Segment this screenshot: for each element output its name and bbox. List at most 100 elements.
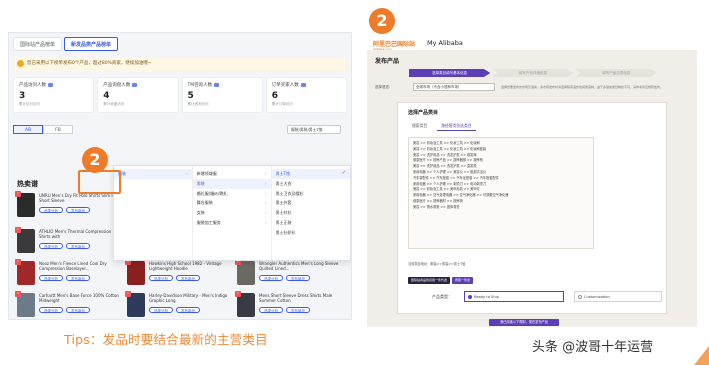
dropdown-item[interactable]: 男士衬衫: [272, 208, 350, 218]
dropdown-item[interactable]: 服装 ›: [114, 169, 192, 179]
dropship-options: 国际站商品供货用一件代发 按照一件发: [408, 277, 474, 284]
submit-button[interactable]: 我已阅读以下规则，现在发布产品: [489, 319, 559, 326]
product-card: · Carhartt Men's Base Force 100% Cotton M…: [15, 291, 123, 319]
dropdown-item-label: 男士卫衣及帽衫: [275, 190, 304, 196]
step-2: 填写产品详细信息: [492, 69, 574, 77]
single-ship-pill[interactable]: 按照一件发: [452, 277, 474, 284]
tab-search-category[interactable]: 搜索类目: [408, 122, 431, 131]
publish-button[interactable]: 发布新品: [66, 307, 90, 313]
dropdown-item-label: 男士针织衫: [275, 229, 296, 235]
chevron-right-icon: ›: [264, 180, 267, 186]
radio-customization[interactable]: Customization: [574, 291, 662, 302]
product-card: · Harley-Davidson Military - Men's Indigo…: [125, 291, 233, 319]
radio-ready-to-ship[interactable]: Ready to Ship: [464, 291, 564, 302]
category-option[interactable]: 美容 >> 香水香薰 >> 固体香膏: [413, 205, 589, 211]
dropdown-item-label: 服装加工服务: [196, 219, 221, 225]
tab-new-category-ranking[interactable]: 新发品类产品榜单: [64, 37, 119, 51]
chevron-right-icon: ›: [186, 171, 188, 176]
hot-rank-badge: ·: [125, 291, 131, 297]
ranking-tabs: 国际站产品榜单 新发品类产品榜单: [13, 37, 119, 51]
product-name[interactable]: Mens Short Sleeve Dress Shirts Male Summ…: [259, 293, 341, 303]
publish-button-highlight: [78, 170, 121, 194]
segment-fb[interactable]: FB: [43, 125, 73, 134]
segment-toggle: AB FB: [13, 125, 73, 134]
chevron-right-icon: ›: [264, 190, 267, 196]
analyze-button[interactable]: 品类分析: [149, 307, 173, 313]
stat-label: 订单买家人数: [271, 83, 299, 88]
segment-ab[interactable]: AB: [13, 125, 43, 134]
product-card: · Nooz Men's Fleece Lined Cool Dry Compre…: [15, 259, 123, 291]
product-name[interactable]: UNRU Men's Dry Fit Polo Shirts Slim Fit …: [39, 193, 121, 203]
tab-intl-ranking[interactable]: 国际站产品榜单: [13, 37, 63, 51]
chart-icon[interactable]: [214, 82, 220, 87]
screenshot-root: 国际站产品榜单 新发品类产品榜单 您已采用以下榜单发布0个产品，超过80%商家，…: [0, 0, 709, 365]
publish-button[interactable]: 发布新品: [286, 275, 310, 281]
progress-steps: 选择类目填写基本信息 填写产品详细信息 填写产品交易信息: [409, 69, 659, 77]
dropdown-item-label: 舞台服装: [196, 200, 213, 206]
chevron-right-icon: ›: [264, 171, 267, 176]
analyze-button[interactable]: 品类分析: [39, 307, 63, 313]
my-alibaba-title[interactable]: My Alibaba: [427, 39, 463, 47]
notice-bar: 您已采用以下榜单发布0个产品，超过80%商家，继续加油哦~: [13, 57, 347, 71]
product-card: · Wrangler Authentics Men's Long Sleeve Q…: [235, 259, 343, 291]
dropship-pill[interactable]: 国际站商品供货用一件代发: [408, 277, 451, 284]
dropdown-item[interactable]: 婚礼服/婚纱/晚礼 ›: [193, 189, 271, 199]
hot-rank-badge: ·: [15, 227, 21, 233]
publish-panel: 阿里巴巴国际站 Alibaba.com My Alibaba 发布产品 选择类目…: [367, 36, 697, 327]
product-name[interactable]: Hawkins High School 1982 - Vintage Light…: [149, 261, 231, 271]
product-name[interactable]: Harley-Davidson Military - Men's Indigo …: [149, 293, 231, 303]
publish-button[interactable]: 发布新品: [66, 275, 90, 281]
stat-sub: 累计咨询访问: [187, 102, 209, 106]
dropdown-item[interactable]: 新增领域服 ›: [193, 169, 271, 179]
stat-value: 6: [271, 91, 279, 101]
stat-value: 5: [187, 91, 194, 101]
dropdown-column-level1: 服装 ›: [114, 166, 193, 260]
language-select[interactable]: 全球市场（不含小语种市场）: [413, 83, 495, 91]
publish-button[interactable]: 发布新品: [176, 275, 200, 281]
dropdown-item-label: 新增领域服: [196, 171, 217, 176]
dropdown-item[interactable]: 男士外套: [272, 198, 350, 208]
step-3: 填写产品交易信息: [575, 69, 657, 77]
alibaba-logo[interactable]: 阿里巴巴国际站 Alibaba.com: [373, 39, 415, 51]
dropdown-item[interactable]: 男士正装: [272, 218, 350, 228]
dropdown-item[interactable]: 男士针织衫: [272, 228, 350, 238]
dropdown-item[interactable]: 舞台服装 ›: [193, 198, 271, 208]
product-name[interactable]: ATHLIO Men's Thermal Compression Shirts …: [39, 229, 121, 239]
dropdown-item[interactable]: 女装 ›: [193, 208, 271, 218]
product-card: · Mens Short Sleeve Dress Shirts Male Sum…: [235, 291, 343, 319]
analyze-button[interactable]: 品类分析: [149, 275, 173, 281]
analyze-button[interactable]: 品类分析: [259, 275, 283, 281]
dropdown-item[interactable]: 服装加工服务 ›: [193, 218, 271, 228]
corner-decoration: [694, 346, 709, 365]
chart-icon[interactable]: [48, 82, 53, 87]
card-title: 选择产品类目: [408, 110, 439, 116]
analyze-button[interactable]: 品类分析: [39, 243, 63, 249]
publish-button[interactable]: 发布新品: [66, 243, 90, 249]
bell-icon: [17, 60, 24, 67]
product-name[interactable]: Carhartt Men's Base Force 100% Cotton Mi…: [39, 293, 121, 303]
publish-button[interactable]: 发布新品: [176, 307, 200, 313]
category-select[interactable]: 服装/男装/男士T恤: [287, 125, 341, 134]
hot-rank-badge: ·: [15, 191, 21, 197]
chevron-right-icon: ›: [264, 200, 267, 206]
publish-button[interactable]: 发布新品: [286, 307, 310, 313]
radio-dot: [468, 295, 472, 299]
section-title: 发布产品: [375, 58, 400, 65]
analyze-button[interactable]: 品类分析: [39, 207, 63, 213]
dropdown-item[interactable]: 男装 ›: [192, 178, 271, 189]
product-name[interactable]: Nooz Men's Fleece Lined Cool Dry Compres…: [39, 261, 121, 271]
product-name[interactable]: Wrangler Authentics Men's Long Sleeve Qu…: [259, 261, 341, 271]
current-category-text: 当前类目地址：服装>>男装>>男士T恤: [408, 262, 466, 266]
ranking-panel: 国际站产品榜单 新发品类产品榜单 您已采用以下榜单发布0个产品，超过80%商家，…: [8, 32, 352, 320]
analyze-button[interactable]: 品类分析: [39, 275, 63, 281]
dropdown-item[interactable]: 男士T恤 ✓: [271, 169, 350, 179]
analyze-button[interactable]: 品类分析: [259, 307, 283, 313]
radio-dot: [578, 295, 582, 299]
dropdown-item[interactable]: 男士大衣: [272, 179, 350, 189]
publish-button[interactable]: 发布新品: [66, 207, 90, 213]
stat-label: 产品访问人数: [19, 83, 46, 88]
chart-icon[interactable]: [300, 82, 306, 87]
chart-icon[interactable]: [132, 82, 138, 87]
dropdown-item[interactable]: 男士卫衣及帽衫: [272, 189, 350, 199]
tab-business-category[interactable]: 按经营类别选类目: [437, 122, 476, 131]
